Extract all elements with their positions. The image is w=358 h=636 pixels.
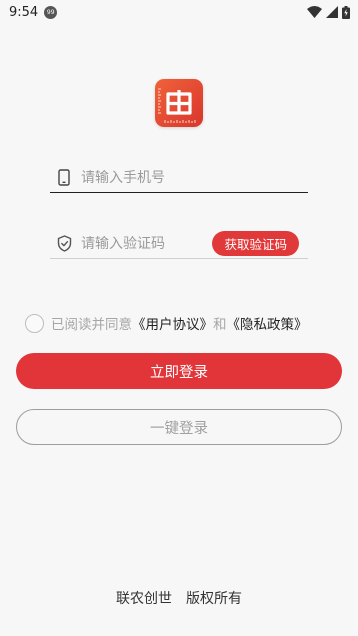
user-agreement-link[interactable]: 《用户协议》: [132, 313, 213, 333]
agreement-prefix: 已阅读并同意: [51, 317, 132, 333]
app-logo: [155, 79, 203, 127]
footer-company: 联农创世: [116, 591, 172, 607]
footer-rights: 版权所有: [186, 591, 242, 607]
privacy-policy-link[interactable]: 《隐私政策》: [227, 313, 308, 333]
login-button-label: 立即登录: [150, 364, 208, 381]
battery-icon: [342, 5, 350, 19]
phone-icon: [55, 169, 73, 187]
phone-field[interactable]: [50, 163, 308, 193]
code-field[interactable]: 获取验证码: [50, 229, 308, 259]
one-key-login-button[interactable]: 一键登录: [16, 409, 342, 445]
agreement-and: 和: [213, 317, 227, 333]
status-right: [307, 5, 350, 19]
login-button[interactable]: 立即登录: [16, 353, 342, 389]
notification-icon-text: 99: [46, 8, 55, 16]
status-left: 9:54 99: [9, 4, 58, 20]
status-bar: 9:54 99: [0, 0, 358, 24]
get-code-button[interactable]: 获取验证码: [212, 231, 299, 256]
signal-icon: [326, 6, 338, 18]
app-logo-icon: [158, 88, 196, 123]
agree-radio[interactable]: [25, 313, 44, 333]
status-time: 9:54: [9, 4, 39, 20]
phone-input[interactable]: [81, 169, 308, 186]
notification-icon: 99: [44, 5, 58, 19]
agreement-row: 已阅读并同意 《用户协议》 和 《隐私政策》: [25, 312, 308, 334]
one-key-login-label: 一键登录: [150, 420, 208, 437]
footer: 联农创世 版权所有: [0, 588, 358, 608]
shield-check-icon: [55, 235, 73, 253]
wifi-icon: [307, 6, 322, 18]
